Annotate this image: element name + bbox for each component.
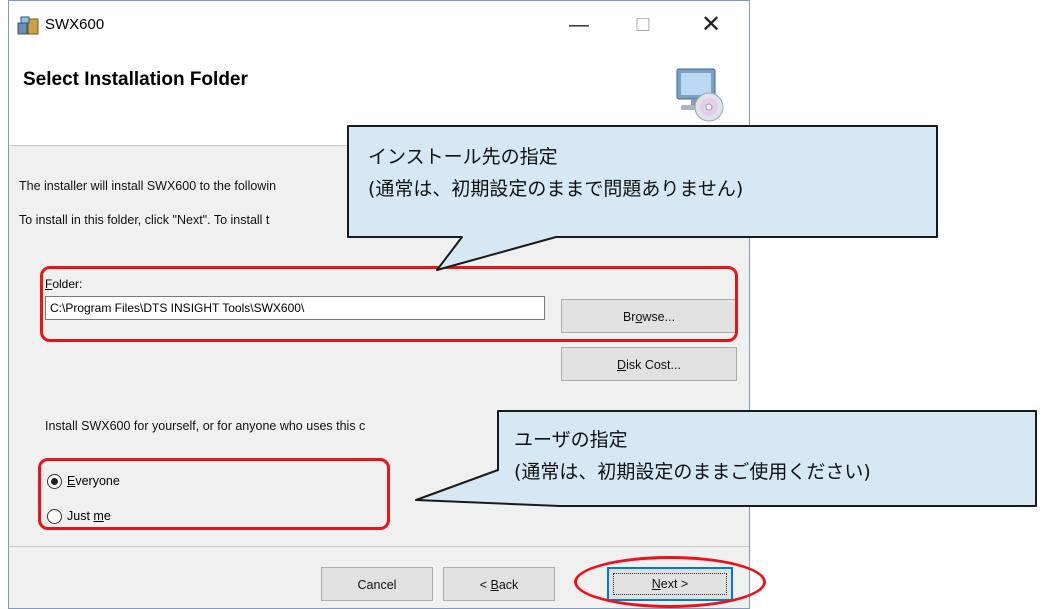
user-callout-line-2: (通常は、初期設定のままご使用ください): [514, 461, 871, 483]
folder-callout-line-1: インストール先の指定: [368, 146, 558, 168]
user-callout-line-1: ユーザの指定: [514, 429, 628, 451]
user-callout-text: ユーザの指定 (通常は、初期設定のままご使用ください): [514, 424, 871, 488]
callout-shapes: [347, 125, 1037, 507]
folder-callout-line-2: (通常は、初期設定のままで問題ありません): [368, 178, 744, 200]
folder-callout-text: インストール先の指定 (通常は、初期設定のままで問題ありません): [368, 141, 743, 205]
